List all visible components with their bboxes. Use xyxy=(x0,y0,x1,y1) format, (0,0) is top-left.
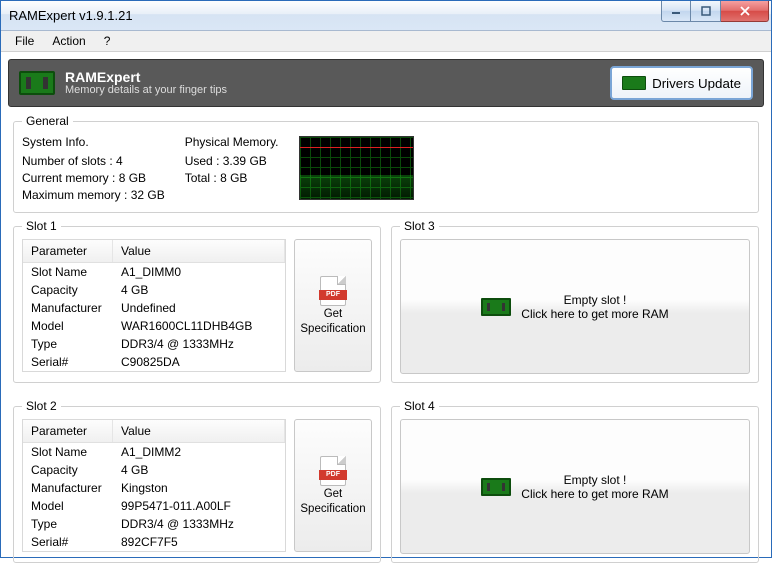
total-value: 8 GB xyxy=(220,171,247,185)
app-title: RAMExpert xyxy=(65,70,227,84)
value-model: 99P5471-011.A00LF xyxy=(113,497,285,515)
max-mem-label: Maximum memory : xyxy=(22,188,127,202)
label-serial: Serial# xyxy=(23,353,113,371)
slot-4-empty-button[interactable]: Empty slot ! Click here to get more RAM xyxy=(400,419,750,554)
pdf-icon: PDF xyxy=(320,456,346,486)
value-slot-name: A1_DIMM2 xyxy=(113,443,285,461)
spec-l1: Get xyxy=(324,308,343,321)
header-band: RAMExpert Memory details at your finger … xyxy=(8,59,764,107)
app-subtitle: Memory details at your finger tips xyxy=(65,84,227,96)
slot-3-empty-button[interactable]: Empty slot ! Click here to get more RAM xyxy=(400,239,750,374)
slot-2-table: ParameterValue Slot NameA1_DIMM2 Capacit… xyxy=(22,419,286,552)
label-manufacturer: Manufacturer xyxy=(23,479,113,497)
col-value: Value xyxy=(113,420,285,442)
memory-graph xyxy=(299,136,414,200)
empty-l1: Empty slot ! xyxy=(521,473,668,487)
ram-chip-icon xyxy=(481,298,511,316)
value-manufacturer: Undefined xyxy=(113,299,285,317)
label-type: Type xyxy=(23,335,113,353)
label-type: Type xyxy=(23,515,113,533)
slot-1-legend: Slot 1 xyxy=(22,219,61,233)
spec-l2: Specification xyxy=(300,323,365,336)
slot-1-table: ParameterValue Slot NameA1_DIMM0 Capacit… xyxy=(22,239,286,372)
physical-memory-label: Physical Memory. xyxy=(185,134,279,151)
label-slot-name: Slot Name xyxy=(23,443,113,461)
spec-l1: Get xyxy=(324,488,343,501)
system-info: System Info. Number of slots : 4 Current… xyxy=(22,134,165,204)
label-capacity: Capacity xyxy=(23,281,113,299)
max-mem-value: 32 GB xyxy=(131,188,165,202)
empty-l2: Click here to get more RAM xyxy=(521,307,668,321)
maximize-button[interactable] xyxy=(691,1,721,22)
menubar: File Action ? xyxy=(1,31,771,52)
value-serial: 892CF7F5 xyxy=(113,533,285,551)
slot-3-group: Slot 3 Empty slot ! Click here to get mo… xyxy=(391,219,759,383)
value-manufacturer: Kingston xyxy=(113,479,285,497)
pdf-icon: PDF xyxy=(320,276,346,306)
num-slots-value: 4 xyxy=(116,154,123,168)
ram-chip-icon xyxy=(481,478,511,496)
slot-4-group: Slot 4 Empty slot ! Click here to get mo… xyxy=(391,399,759,563)
menu-file[interactable]: File xyxy=(7,32,42,50)
label-slot-name: Slot Name xyxy=(23,263,113,281)
value-serial: C90825DA xyxy=(113,353,285,371)
close-button[interactable] xyxy=(721,1,769,22)
menu-help[interactable]: ? xyxy=(96,32,119,50)
empty-l1: Empty slot ! xyxy=(521,293,668,307)
label-serial: Serial# xyxy=(23,533,113,551)
slot-1-spec-button[interactable]: PDF Get Specification xyxy=(294,239,372,372)
slot-2-legend: Slot 2 xyxy=(22,399,61,413)
slot-4-legend: Slot 4 xyxy=(400,399,439,413)
general-group: General System Info. Number of slots : 4… xyxy=(13,114,759,213)
spec-l2: Specification xyxy=(300,503,365,516)
label-model: Model xyxy=(23,317,113,335)
col-parameter: Parameter xyxy=(23,420,113,442)
titlebar: RAMExpert v1.9.1.21 xyxy=(1,1,771,31)
col-value: Value xyxy=(113,240,285,262)
label-model: Model xyxy=(23,497,113,515)
used-value: 3.39 GB xyxy=(223,154,267,168)
current-mem-value: 8 GB xyxy=(119,171,146,185)
value-slot-name: A1_DIMM0 xyxy=(113,263,285,281)
slot-2-spec-button[interactable]: PDF Get Specification xyxy=(294,419,372,552)
empty-l2: Click here to get more RAM xyxy=(521,487,668,501)
physical-memory: Physical Memory. Used : 3.39 GB Total : … xyxy=(185,134,279,204)
used-label: Used : xyxy=(185,154,220,168)
empty-text: Empty slot ! Click here to get more RAM xyxy=(521,473,668,501)
window-title: RAMExpert v1.9.1.21 xyxy=(9,8,661,23)
ram-icon xyxy=(19,71,55,95)
col-parameter: Parameter xyxy=(23,240,113,262)
minimize-button[interactable] xyxy=(661,1,691,22)
value-type: DDR3/4 @ 1333MHz xyxy=(113,335,285,353)
general-legend: General xyxy=(22,114,73,128)
empty-text: Empty slot ! Click here to get more RAM xyxy=(521,293,668,321)
slot-3-legend: Slot 3 xyxy=(400,219,439,233)
drivers-update-label: Drivers Update xyxy=(652,76,741,91)
num-slots-label: Number of slots : xyxy=(22,154,113,168)
label-capacity: Capacity xyxy=(23,461,113,479)
drivers-update-button[interactable]: Drivers Update xyxy=(610,66,753,100)
menu-action[interactable]: Action xyxy=(44,32,93,50)
value-model: WAR1600CL11DHB4GB xyxy=(113,317,285,335)
value-capacity: 4 GB xyxy=(113,281,285,299)
system-info-label: System Info. xyxy=(22,134,165,151)
current-mem-label: Current memory : xyxy=(22,171,115,185)
value-type: DDR3/4 @ 1333MHz xyxy=(113,515,285,533)
label-manufacturer: Manufacturer xyxy=(23,299,113,317)
value-capacity: 4 GB xyxy=(113,461,285,479)
total-label: Total : xyxy=(185,171,217,185)
window-controls xyxy=(661,1,769,22)
ram-chip-icon xyxy=(622,76,646,90)
slot-1-group: Slot 1 ParameterValue Slot NameA1_DIMM0 … xyxy=(13,219,381,383)
slot-2-group: Slot 2 ParameterValue Slot NameA1_DIMM2 … xyxy=(13,399,381,563)
header-text: RAMExpert Memory details at your finger … xyxy=(65,70,227,96)
